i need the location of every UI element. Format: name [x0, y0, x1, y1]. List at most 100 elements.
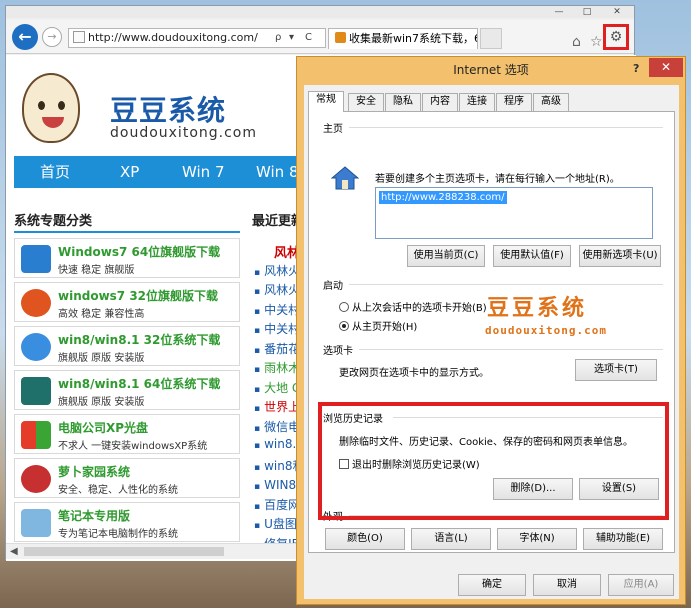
navigation-bar: ← → http://www.doudouxitong.com/ ρ ▾ C 收… — [6, 20, 634, 54]
news-item-text: 百度网 — [264, 497, 301, 512]
tab-security[interactable]: 安全 — [348, 93, 384, 111]
use-current-button[interactable]: 使用当前页(C) — [407, 245, 485, 267]
bullet-icon: ▪ — [254, 462, 261, 473]
list-item[interactable]: windows7 32位旗舰版下载 高效 稳定 兼容性高 — [14, 282, 240, 322]
watermark-logo-text: 豆豆系统 — [487, 295, 588, 321]
languages-button[interactable]: 语言(L) — [411, 528, 491, 550]
news-item-text: 世界上 — [264, 400, 301, 414]
home-page-group-label: 主页 — [323, 124, 343, 135]
back-arrow-icon[interactable]: ← — [12, 24, 38, 50]
tab-connections[interactable]: 连接 — [459, 93, 495, 111]
use-new-tab-button[interactable]: 使用新选项卡(U) — [579, 245, 661, 267]
scroll-left-icon[interactable]: ◀ — [10, 544, 18, 560]
nav-item-xp[interactable]: XP — [120, 156, 139, 188]
bullet-icon: ▪ — [254, 501, 261, 512]
tabs-group-label: 选项卡 — [323, 346, 353, 357]
radio-label: 从上次会话中的选项卡开始(B) — [352, 303, 487, 314]
list-item-subtitle: 旗舰版 原版 安装版 — [58, 353, 145, 364]
apply-button[interactable]: 应用(A) — [608, 574, 674, 596]
dialog-body: 常规 安全 隐私 内容 连接 程序 高级 主页 若要创建多个主页选项卡，请在每行… — [304, 85, 679, 599]
tab-advanced[interactable]: 高级 — [533, 93, 569, 111]
bullet-icon: ▪ — [254, 345, 261, 356]
home-icon[interactable]: ⌂ — [572, 34, 581, 50]
home-page-description: 若要创建多个主页选项卡，请在每行输入一个地址(R)。 — [375, 174, 620, 185]
green-scatter-icon — [21, 377, 51, 405]
maximize-button[interactable]: □ — [574, 6, 600, 18]
list-item-subtitle: 高效 稳定 兼容性高 — [58, 309, 145, 320]
list-item[interactable]: 笔记本专用版 专为笔记本电脑制作的系统 — [14, 502, 240, 542]
page-icon — [73, 31, 85, 43]
colors-button[interactable]: 颜色(O) — [325, 528, 405, 550]
list-item[interactable]: win8/win8.1 64位系统下载 旗舰版 原版 安装版 — [14, 370, 240, 410]
ok-button[interactable]: 确定 — [458, 574, 526, 596]
nav-item-win7[interactable]: Win 7 — [182, 156, 225, 188]
dialog-title: Internet 选项 — [453, 63, 529, 77]
bullet-icon: ▪ — [254, 267, 261, 278]
use-default-button[interactable]: 使用默认值(F) — [493, 245, 571, 267]
list-item-title: 笔记本专用版 — [58, 509, 131, 523]
tabs-settings-button[interactable]: 选项卡(T) — [575, 359, 657, 381]
list-item-title: win8/win8.1 64位系统下载 — [58, 377, 221, 391]
windows-orb-icon — [21, 333, 51, 361]
logo-mascot-icon — [22, 73, 80, 143]
address-bar[interactable]: http://www.doudouxitong.com/ ρ ▾ C — [68, 28, 326, 48]
search-icon[interactable]: ρ — [275, 29, 281, 47]
home-page-textarea[interactable]: http://www.288238.com/ — [375, 187, 653, 239]
browser-close-button[interactable]: ✕ — [602, 6, 632, 18]
list-item-title: 萝卜家园系统 — [58, 465, 131, 479]
news-item-text: 风林火 — [264, 263, 301, 278]
minimize-button[interactable]: — — [546, 6, 572, 18]
list-item[interactable]: 萝卜家园系统 安全、稳定、人性化的系统 — [14, 458, 240, 498]
watermark-domain-text: doudouxitong.com — [485, 324, 607, 337]
list-item-title: Windows7 64位旗舰版下载 — [58, 245, 221, 259]
bullet-icon: ▪ — [254, 521, 261, 531]
horizontal-scrollbar[interactable]: ◀ — [6, 543, 296, 559]
bullet-icon: ▪ — [254, 365, 261, 375]
list-item[interactable]: Windows7 64位旗舰版下载 快速 稳定 旗舰版 — [14, 238, 240, 278]
home-page-url: http://www.288238.com/ — [379, 191, 507, 204]
list-item-title: win8/win8.1 32位系统下载 — [58, 333, 221, 347]
history-highlight-frame — [318, 402, 669, 520]
star-icon[interactable]: ☆ — [590, 34, 603, 50]
tab-content[interactable]: 内容 — [422, 93, 458, 111]
list-item-title: windows7 32位旗舰版下载 — [58, 289, 219, 303]
news-item-text: 雨林木 — [264, 361, 301, 375]
browser-tab[interactable]: 收集最新win7系统下载，6... — [328, 28, 478, 49]
tab-privacy[interactable]: 隐私 — [385, 93, 421, 111]
list-item[interactable]: win8/win8.1 32位系统下载 旗舰版 原版 安装版 — [14, 326, 240, 366]
forward-arrow-icon[interactable]: → — [42, 27, 62, 47]
list-item[interactable]: 电脑公司XP光盘 不求人 一键安装windowsXP系统 — [14, 414, 240, 454]
startup-last-session-radio[interactable]: 从上次会话中的选项卡开始(B) — [339, 299, 487, 314]
tab-programs[interactable]: 程序 — [496, 93, 532, 111]
list-item-subtitle: 快速 稳定 旗舰版 — [58, 265, 135, 276]
bullet-icon: ▪ — [254, 404, 261, 414]
nav-item-win8[interactable]: Win 8 — [256, 156, 299, 188]
refresh-icon[interactable]: C — [305, 29, 312, 47]
site-navigation: 首页 XP Win 7 Win 8 — [14, 156, 314, 188]
bullet-icon: ▪ — [254, 482, 261, 492]
address-text: http://www.doudouxitong.com/ — [88, 31, 258, 44]
news-item-text: 微信电 — [264, 419, 301, 434]
tab-general[interactable]: 常规 — [308, 91, 344, 112]
fonts-button[interactable]: 字体(N) — [497, 528, 577, 550]
radio-dot-selected — [339, 321, 349, 331]
cancel-button[interactable]: 取消 — [533, 574, 601, 596]
dialog-close-button[interactable]: ✕ — [649, 58, 683, 77]
news-item-text: 风林火 — [264, 283, 301, 297]
help-icon[interactable]: ? — [633, 62, 639, 75]
nav-item-home[interactable]: 首页 — [40, 156, 70, 188]
windows-xp-flag-icon — [21, 421, 51, 449]
new-tab-button[interactable] — [480, 28, 502, 49]
startup-home-page-radio[interactable]: 从主页开始(H) — [339, 318, 417, 333]
section-divider — [14, 231, 240, 233]
general-tab-panel: 主页 若要创建多个主页选项卡，请在每行输入一个地址(R)。 http://www… — [308, 111, 675, 553]
radio-dot — [339, 302, 349, 312]
dropdown-icon[interactable]: ▾ — [289, 29, 294, 47]
tab-favicon-icon — [335, 32, 346, 43]
list-item-subtitle: 专为笔记本电脑制作的系统 — [58, 529, 178, 540]
scrollbar-thumb[interactable] — [24, 547, 224, 556]
bullet-icon: ▪ — [254, 423, 261, 434]
list-item-subtitle: 不求人 一键安装windowsXP系统 — [58, 441, 208, 452]
gear-icon[interactable]: ⚙ — [603, 24, 629, 50]
accessibility-button[interactable]: 辅助功能(E) — [583, 528, 663, 550]
